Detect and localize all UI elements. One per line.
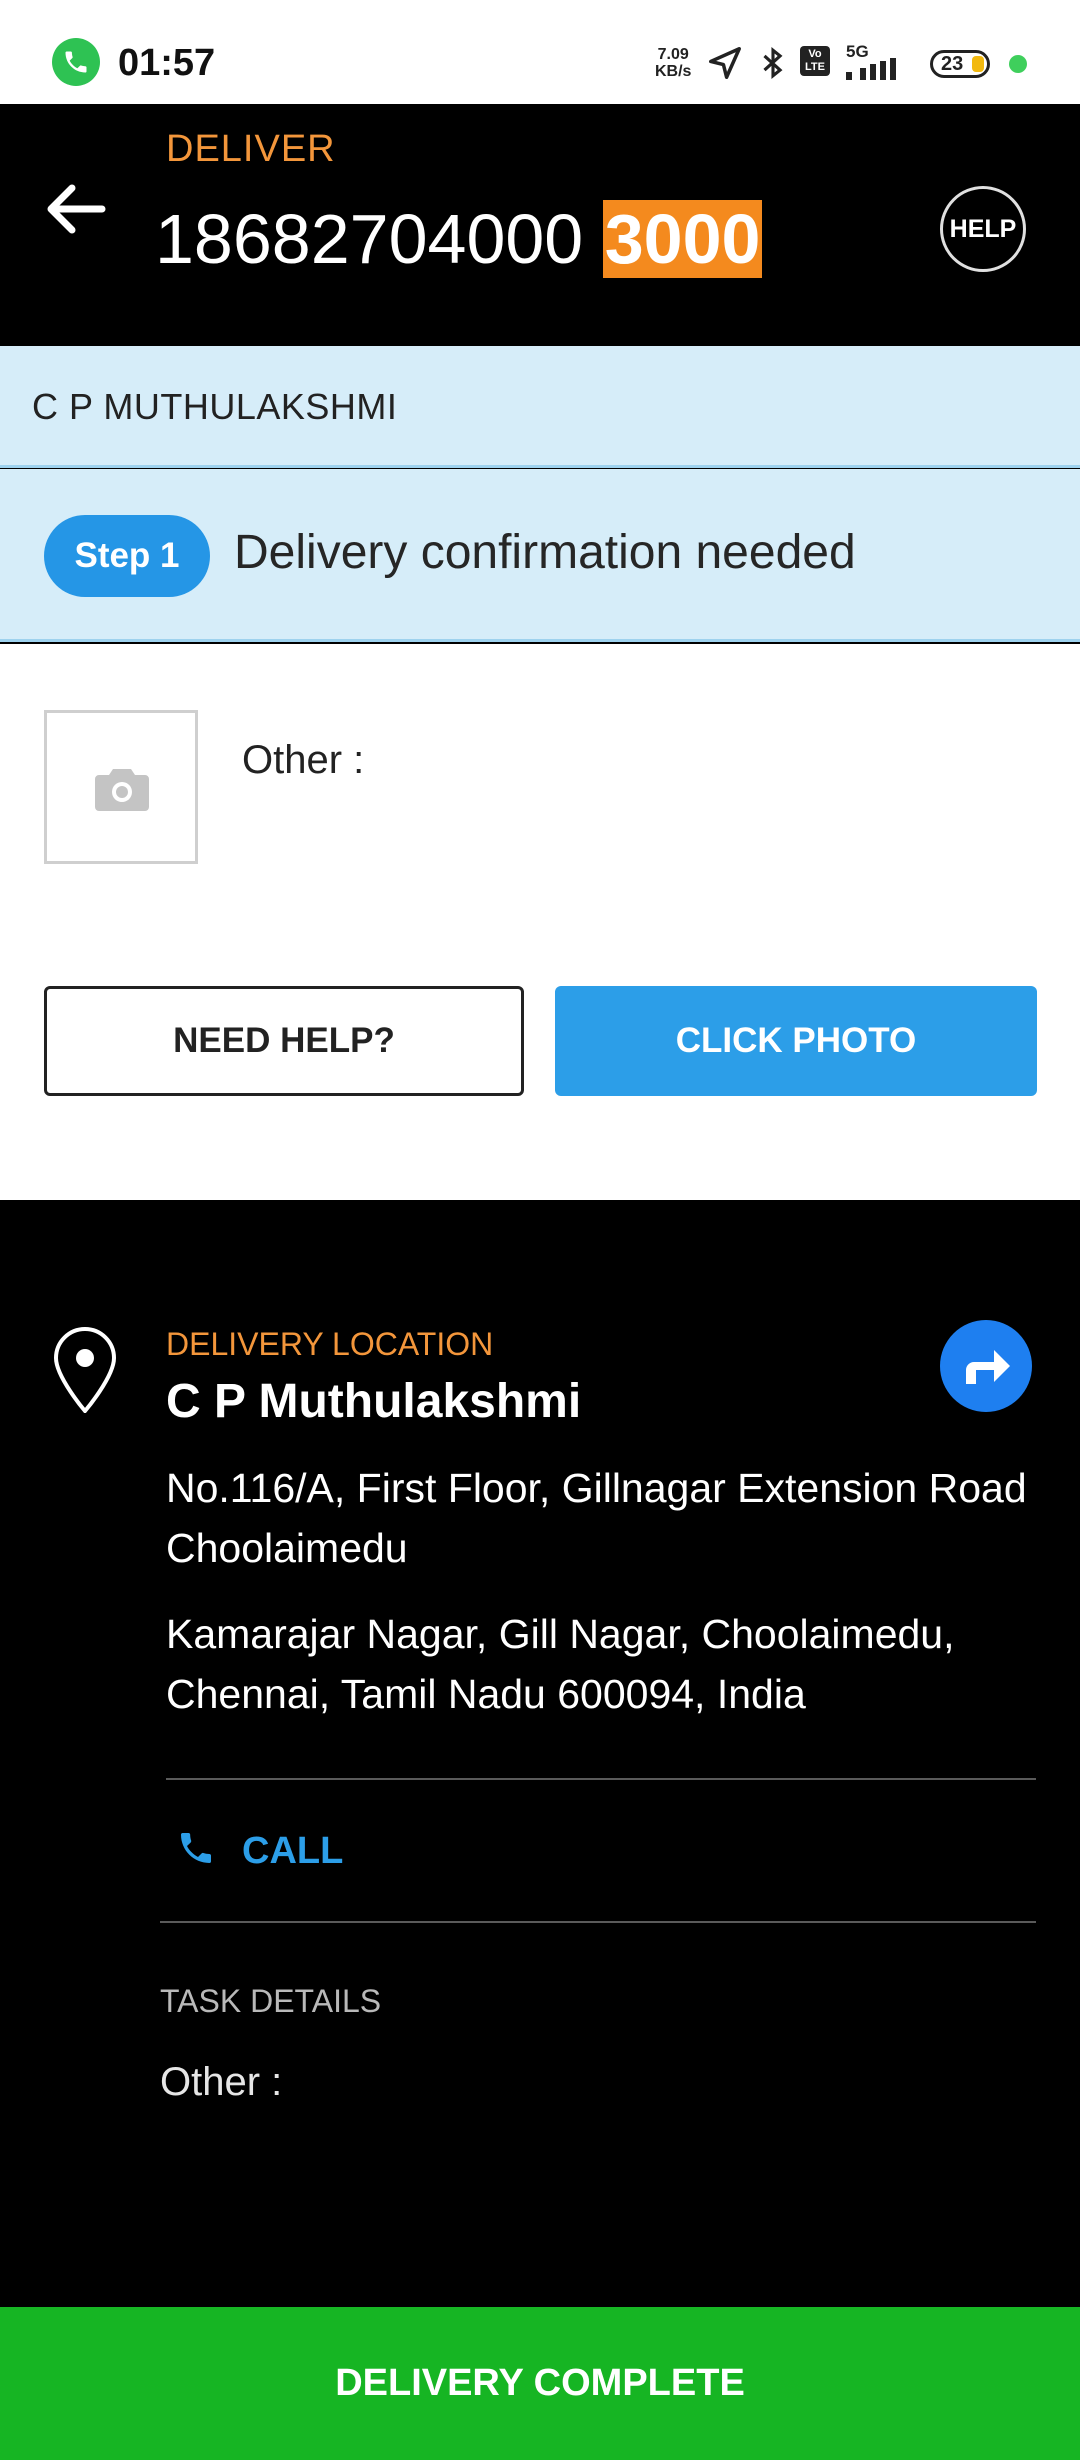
privacy-indicator-dot [1009,55,1027,73]
status-bar: 01:57 7.09 KB/s Vo LTE 5G 23 [0,0,1080,104]
navigate-button[interactable] [940,1320,1032,1412]
need-help-button[interactable]: NEED HELP? [44,986,524,1096]
volte-icon: Vo LTE [800,46,830,76]
step-banner: Step 1 Delivery confirmation needed [0,469,1080,642]
step-instruction: Delivery confirmation needed [234,526,856,579]
help-button[interactable]: HELP [940,186,1026,272]
location-pin-icon [53,1327,117,1413]
order-number: 18682704000 3000 [155,194,763,284]
customer-name: C P MUTHULAKSHMI [32,386,398,427]
task-details-label: TASK DETAILS [160,1983,382,2019]
task-other-text: Other : [160,2060,283,2104]
customer-banner: C P MUTHULAKSHMI [0,346,1080,468]
call-label: CALL [242,1830,344,1872]
phone-icon [181,1833,211,1863]
address-line-2: Kamarajar Nagar, Gill Nagar, Choolaimedu… [166,1611,955,1717]
delivery-recipient-name: C P Muthulakshmi [166,1375,582,1428]
location-arrow-icon [709,47,741,79]
delivery-complete-button[interactable]: DELIVERY COMPLETE [0,2307,1080,2460]
section-label: DELIVER [166,128,336,170]
net-speed: 7.09 KB/s [655,46,692,80]
photo-thumbnail[interactable] [44,710,198,864]
other-label: Other : [242,738,365,782]
status-time: 01:57 [118,42,216,84]
click-photo-button[interactable]: CLICK PHOTO [555,986,1037,1096]
phone-call-icon[interactable] [52,38,100,86]
divider [166,1778,1036,1780]
app-header: DELIVER 18682704000 3000 HELP [0,104,1080,346]
bluetooth-icon [763,47,783,79]
divider [160,1921,1036,1923]
delivery-location-label: DELIVERY LOCATION [166,1326,494,1362]
address-line-1: No.116/A, First Floor, Gillnagar Extensi… [166,1465,1027,1571]
step-badge: Step 1 [44,515,210,597]
order-number-highlight: 3000 [602,200,763,278]
signal-icon [846,58,896,80]
battery-icon: 23 [930,50,990,78]
order-number-main: 18682704000 [155,200,584,278]
directions-arrow-icon [966,1350,1010,1384]
photo-section: Other : NEED HELP? CLICK PHOTO [0,644,1080,1200]
back-arrow-icon[interactable] [40,174,110,244]
camera-icon [95,769,149,811]
